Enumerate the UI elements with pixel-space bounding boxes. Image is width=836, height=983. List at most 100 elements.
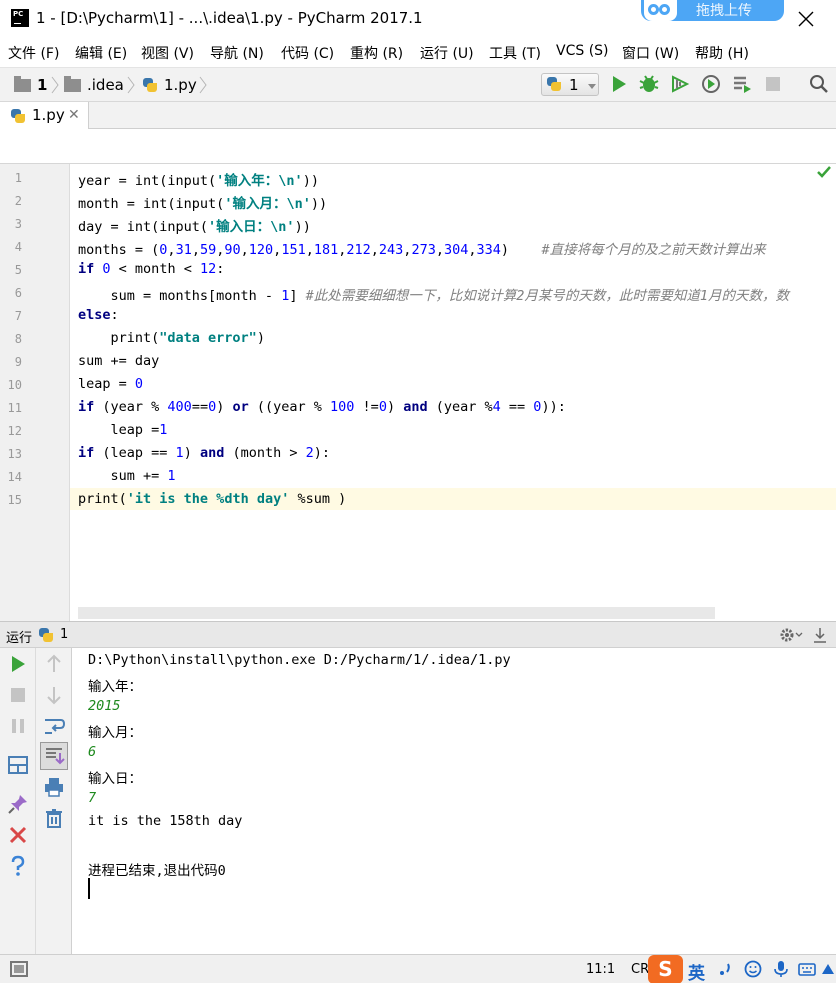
menu-vcs[interactable]: VCS (S) [556, 43, 609, 59]
code-line[interactable]: leap = 0 [78, 376, 143, 392]
console-input-line: 7 [88, 790, 97, 806]
text-caret [88, 878, 90, 899]
line-number: 3 [14, 217, 22, 231]
code-line[interactable]: leap =1 [78, 422, 168, 438]
line-number: 7 [14, 309, 22, 323]
print-icon[interactable] [43, 776, 65, 798]
code-line[interactable]: sum += day [78, 353, 159, 369]
run-panel-title[interactable]: 运行 [6, 627, 32, 646]
ime-language-toggle[interactable]: 英 [688, 959, 705, 983]
pause-icon[interactable] [7, 715, 29, 737]
tool-windows-icon[interactable] [10, 961, 28, 977]
ime-menu-icon[interactable] [820, 960, 836, 978]
breadcrumb-idea[interactable]: .idea [87, 76, 124, 94]
menu-bar: 文件 (F) 编辑 (E) 视图 (V) 导航 (N) 代码 (C) 重构 (R… [0, 37, 836, 67]
rerun-icon[interactable] [7, 653, 29, 675]
punctuation-icon[interactable] [716, 960, 734, 978]
close-window-button[interactable] [784, 0, 828, 37]
tab-1py[interactable]: 1.py ✕ [0, 102, 89, 130]
editor-tab-bar: 1.py ✕ [0, 101, 836, 130]
coverage-icon[interactable] [669, 73, 691, 95]
run-panel-config[interactable]: 1 [60, 627, 68, 642]
cloud-logo-icon [644, 0, 677, 21]
breadcrumb-project[interactable]: 1 [37, 76, 47, 94]
code-line[interactable]: if (year % 400==0) or ((year % 100 !=0) … [78, 399, 566, 415]
menu-run[interactable]: 运行 (U) [420, 43, 474, 63]
microphone-icon[interactable] [772, 960, 790, 978]
console-output-line: it is the 158th day [88, 813, 243, 829]
soft-wrap-icon[interactable] [43, 715, 65, 737]
menu-tools[interactable]: 工具 (T) [489, 43, 541, 63]
code-line[interactable]: if (leap == 1) and (month > 2): [78, 445, 330, 461]
pycharm-app-icon: PC [11, 9, 29, 27]
line-number: 1 [14, 171, 22, 185]
console-output-line: D:\Python\install\python.exe D:/Pycharm/… [88, 652, 511, 668]
run-toolbar-secondary [36, 648, 72, 954]
line-number: 5 [14, 263, 22, 277]
code-line[interactable]: months = (0,31,59,90,120,151,181,212,243… [78, 238, 766, 258]
navigation-bar: 1 .idea 1.py 1 [0, 67, 836, 101]
run-icon[interactable] [608, 73, 630, 95]
concurrency-icon[interactable] [731, 73, 753, 95]
debug-icon[interactable] [638, 73, 660, 95]
menu-window[interactable]: 窗口 (W) [622, 43, 679, 63]
code-line[interactable]: day = int(input('输入日：\n')) [78, 215, 311, 235]
gear-icon[interactable] [779, 627, 803, 643]
tab-label: 1.py [32, 106, 65, 124]
code-editor[interactable]: 1 2 3 4 5 6 7 8 9 10 11 12 13 14 15 year = int(input('… [0, 129, 836, 621]
folder-icon [64, 76, 81, 92]
horizontal-scrollbar[interactable] [78, 607, 715, 619]
menu-code[interactable]: 代码 (C) [281, 43, 334, 63]
restore-layout-icon[interactable] [7, 754, 29, 776]
code-line[interactable]: print("data error") [78, 330, 265, 346]
keyboard-icon[interactable] [798, 960, 816, 978]
run-console[interactable]: D:\Python\install\python.exe D:/Pycharm/… [72, 648, 836, 954]
chevron-right-icon [199, 76, 207, 94]
line-number: 9 [14, 355, 22, 369]
arrow-up-icon[interactable] [43, 653, 65, 675]
folder-icon [14, 76, 31, 92]
code-line[interactable]: print('it is the %dth day' %sum ) [78, 491, 346, 507]
hide-panel-icon[interactable] [812, 626, 828, 644]
menu-navigate[interactable]: 导航 (N) [210, 43, 264, 63]
sogou-ime-logo[interactable]: S [648, 955, 683, 983]
code-line[interactable]: sum = months[month - 1] #此处需要细细想一下，比如说计算… [78, 284, 790, 304]
stop-icon[interactable] [7, 684, 29, 706]
line-number: 13 [7, 447, 22, 461]
code-line[interactable]: if 0 < month < 12: [78, 261, 224, 277]
app-icon-text: PC [13, 10, 24, 18]
code-line[interactable]: sum += 1 [78, 468, 176, 484]
stop-icon[interactable] [762, 73, 784, 95]
chevron-right-icon [127, 76, 135, 94]
vertical-scrollbar[interactable] [822, 179, 835, 599]
line-number-gutter[interactable] [0, 164, 70, 621]
run-configuration-select[interactable]: 1 [541, 73, 599, 96]
close-icon[interactable]: ✕ [68, 107, 80, 123]
caret-position[interactable]: 11:1 [586, 962, 615, 977]
scroll-to-end-toggle[interactable] [40, 742, 68, 770]
menu-edit[interactable]: 编辑 (E) [75, 43, 127, 63]
code-line[interactable]: else: [78, 307, 119, 323]
help-icon[interactable] [7, 855, 29, 877]
inspection-ok-icon[interactable] [817, 166, 831, 178]
code-line[interactable]: year = int(input('输入年：\n')) [78, 169, 319, 189]
menu-file[interactable]: 文件 (F) [8, 43, 59, 63]
arrow-down-icon[interactable] [43, 684, 65, 706]
trash-icon[interactable] [43, 807, 65, 829]
line-separator[interactable]: CR [631, 962, 649, 977]
close-icon[interactable] [7, 824, 29, 846]
upload-badge[interactable]: 拖拽上传 [641, 0, 784, 21]
menu-help[interactable]: 帮助 (H) [695, 43, 749, 63]
python-file-icon [10, 108, 26, 124]
menu-refactor[interactable]: 重构 (R) [350, 43, 403, 63]
menu-view[interactable]: 视图 (V) [141, 43, 194, 63]
search-icon[interactable] [808, 73, 830, 95]
emoji-icon[interactable] [744, 960, 762, 978]
python-file-icon [142, 77, 158, 93]
code-line[interactable]: month = int(input('输入月：\n')) [78, 192, 327, 212]
pin-icon[interactable] [7, 793, 29, 815]
breadcrumb-file[interactable]: 1.py [164, 76, 197, 94]
console-output-line: 进程已结束,退出代码0 [88, 863, 226, 879]
profile-icon[interactable] [700, 73, 722, 95]
line-number: 12 [7, 424, 22, 438]
